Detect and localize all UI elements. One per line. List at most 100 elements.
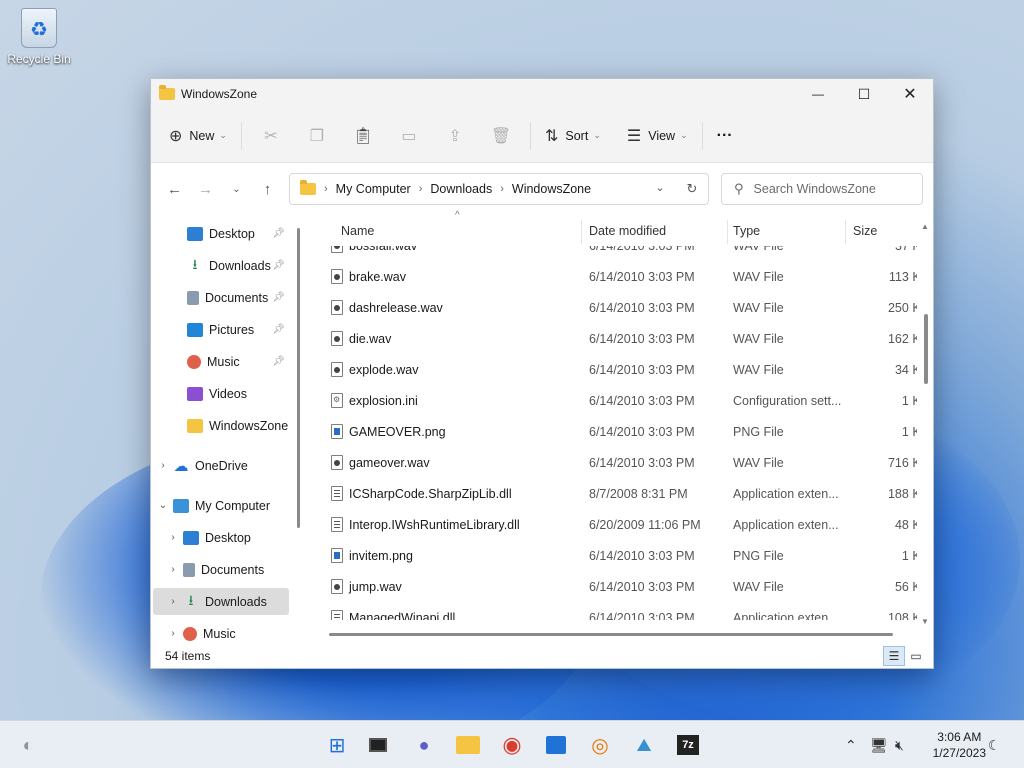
network-icon[interactable]: 🖥︎ (870, 721, 888, 768)
column-name[interactable]: Name (341, 224, 374, 238)
forward-button[interactable]: → (190, 173, 221, 205)
sidebar-item-pictures[interactable]: Pictures 📌︎ (153, 316, 289, 343)
task-view-icon[interactable] (362, 729, 394, 761)
maximize-button[interactable]: ☐ (841, 79, 887, 109)
large-icons-view-icon[interactable]: ▭ (905, 646, 927, 666)
column-divider[interactable] (845, 220, 846, 244)
breadcrumb-downloads[interactable]: Downloads (430, 182, 492, 196)
file-row[interactable]: bossfall.wav 6/14/2010 3:03 PM WAV File 37 … (331, 246, 917, 261)
search-input[interactable]: ⚲ Search WindowsZone (721, 173, 923, 205)
minimize-button[interactable]: — (795, 79, 841, 109)
store-icon[interactable] (540, 729, 572, 761)
file-row[interactable]: brake.wav 6/14/2010 3:03 PM WAV File 113 KB (331, 261, 917, 292)
sidebar-item-videos[interactable]: Videos (153, 380, 289, 407)
chevron-right-icon[interactable]: › (163, 596, 183, 607)
refresh-icon[interactable]: ↻ (676, 181, 708, 197)
toolbar-divider (701, 121, 703, 150)
breadcrumb-my-computer[interactable]: My Computer (336, 182, 411, 196)
file-row[interactable]: jump.wav 6/14/2010 3:03 PM WAV File 56 KB (331, 571, 917, 602)
breadcrumb-windowszone[interactable]: WindowsZone (512, 182, 591, 196)
file-size: 716 KB (887, 455, 917, 470)
clock[interactable]: 3:06 AM 1/27/2023 (933, 729, 986, 761)
recent-locations-button[interactable]: ⌄ (221, 173, 252, 205)
7zip-icon[interactable]: 7z (672, 729, 704, 761)
file-row[interactable]: explode.wav 6/14/2010 3:03 PM WAV File 34 K… (331, 354, 917, 385)
horizontal-scrollbar[interactable] (329, 633, 893, 636)
rename-button[interactable]: ▭ (386, 120, 432, 152)
sidebar-item-documents[interactable]: Documents 📌︎ (153, 284, 289, 311)
show-hidden-icons-chevron-icon[interactable]: ⌃ (845, 721, 857, 768)
file-row[interactable]: gameover.wav 6/14/2010 3:03 PM WAV File 716… (331, 447, 917, 478)
column-date-modified[interactable]: Date modified (589, 224, 666, 238)
vertical-scrollbar[interactable]: ▲ ▼ (921, 222, 931, 626)
chevron-right-icon[interactable]: › (163, 532, 183, 543)
file-type: WAV File (733, 455, 784, 470)
chevron-right-icon[interactable]: › (163, 628, 183, 639)
file-row[interactable]: explosion.ini 6/14/2010 3:03 PM Configurat… (331, 385, 917, 416)
sidebar-scrollbar[interactable] (297, 228, 300, 528)
file-row[interactable]: ManagedWinapi.dll 6/14/2010 3:03 PM Applic… (331, 602, 917, 620)
file-row[interactable]: dashrelease.wav 6/14/2010 3:03 PM WAV File… (331, 292, 917, 323)
column-divider[interactable] (581, 220, 582, 244)
sidebar-item-documents-2[interactable]: › Documents (153, 556, 289, 583)
address-bar[interactable]: › My Computer › Downloads › WindowsZone … (289, 173, 709, 205)
file-explorer-taskbar-icon[interactable] (452, 729, 484, 761)
file-type: Application exten... (733, 517, 839, 532)
back-button[interactable]: ← (159, 173, 190, 205)
navigation-bar: ← → ⌄ ↑ › My Computer › Downloads › Wind… (151, 163, 933, 215)
chrome-icon[interactable]: ◉ (496, 729, 528, 761)
chevron-right-icon: › (324, 183, 328, 195)
file-name: explosion.ini (349, 393, 418, 408)
notification-moon-icon[interactable]: ☾ (988, 721, 1001, 768)
recycle-bin-shortcut[interactable]: Recycle Bin (6, 8, 72, 66)
file-name: brake.wav (349, 269, 406, 284)
chevron-right-icon[interactable]: › (163, 564, 183, 575)
blender-icon[interactable]: ◎ (584, 729, 616, 761)
copy-button[interactable]: ❐ (294, 120, 340, 152)
column-divider[interactable] (727, 220, 728, 244)
cut-button[interactable]: ✂ (248, 120, 294, 152)
scrollbar-thumb[interactable] (924, 314, 928, 384)
close-button[interactable]: ✕ (887, 79, 933, 109)
column-type[interactable]: Type (733, 224, 760, 238)
delete-button[interactable]: 🗑︎ (478, 120, 524, 152)
address-history-chevron-icon[interactable]: ⌄ (644, 181, 676, 197)
sidebar-item-music-2[interactable]: › Music (153, 620, 289, 647)
sidebar-item-desktop[interactable]: Desktop 📌︎ (153, 220, 289, 247)
folder-icon (187, 418, 203, 433)
scroll-up-icon[interactable]: ▲ (921, 222, 929, 231)
chevron-down-icon[interactable]: ⌄ (153, 500, 173, 511)
scroll-down-icon[interactable]: ▼ (921, 617, 929, 626)
sidebar-item-downloads[interactable]: ⭳ Downloads 📌︎ (153, 252, 289, 279)
title-bar[interactable]: WindowsZone — ☐ ✕ (151, 79, 933, 109)
view-button[interactable]: ☰ View ⌄ (619, 120, 696, 152)
paste-button[interactable]: 📋︎ (340, 120, 386, 152)
weather-widget-icon[interactable]: ◐ (12, 729, 44, 761)
file-row[interactable]: Interop.IWshRuntimeLibrary.dll 6/20/2009 … (331, 509, 917, 540)
file-row[interactable]: ICSharpCode.SharpZipLib.dll 8/7/2008 8:31… (331, 478, 917, 509)
new-button[interactable]: ⊕ New ⌄ (161, 120, 235, 152)
sidebar-item-windowszone[interactable]: WindowsZone (153, 412, 289, 439)
more-options-button[interactable]: ··· (709, 120, 741, 152)
sort-button[interactable]: ⇅ Sort ⌄ (537, 120, 609, 152)
sidebar-item-music[interactable]: Music 📌︎ (153, 348, 289, 375)
pin-icon: 📌︎ (272, 260, 285, 271)
file-row[interactable]: invitem.png 6/14/2010 3:03 PM PNG File 1 KB (331, 540, 917, 571)
chat-icon[interactable]: ● (408, 729, 440, 761)
volume-muted-icon[interactable]: 🔇︎ (895, 721, 904, 768)
sidebar-item-desktop-2[interactable]: › Desktop (153, 524, 289, 551)
start-windows-icon[interactable]: ⊞ (321, 729, 353, 761)
sort-ascending-icon: ^ (455, 210, 460, 221)
sidebar-item-downloads-2[interactable]: › ⭳ Downloads (153, 588, 289, 615)
sidebar-item-my-computer[interactable]: ⌄ My Computer (153, 492, 289, 519)
share-button[interactable]: ⇪ (432, 120, 478, 152)
chevron-right-icon[interactable]: › (153, 460, 173, 471)
column-size[interactable]: Size (853, 224, 877, 238)
details-view-icon[interactable]: ☰ (883, 646, 905, 666)
photos-app-icon[interactable]: ⛰ (628, 729, 660, 761)
sidebar-item-label: Pictures (209, 322, 255, 337)
file-row[interactable]: GAMEOVER.png 6/14/2010 3:03 PM PNG File 1 K… (331, 416, 917, 447)
up-button[interactable]: ↑ (252, 173, 283, 205)
file-row[interactable]: die.wav 6/14/2010 3:03 PM WAV File 162 KB (331, 323, 917, 354)
sidebar-item-onedrive[interactable]: › ☁ OneDrive (153, 452, 289, 479)
